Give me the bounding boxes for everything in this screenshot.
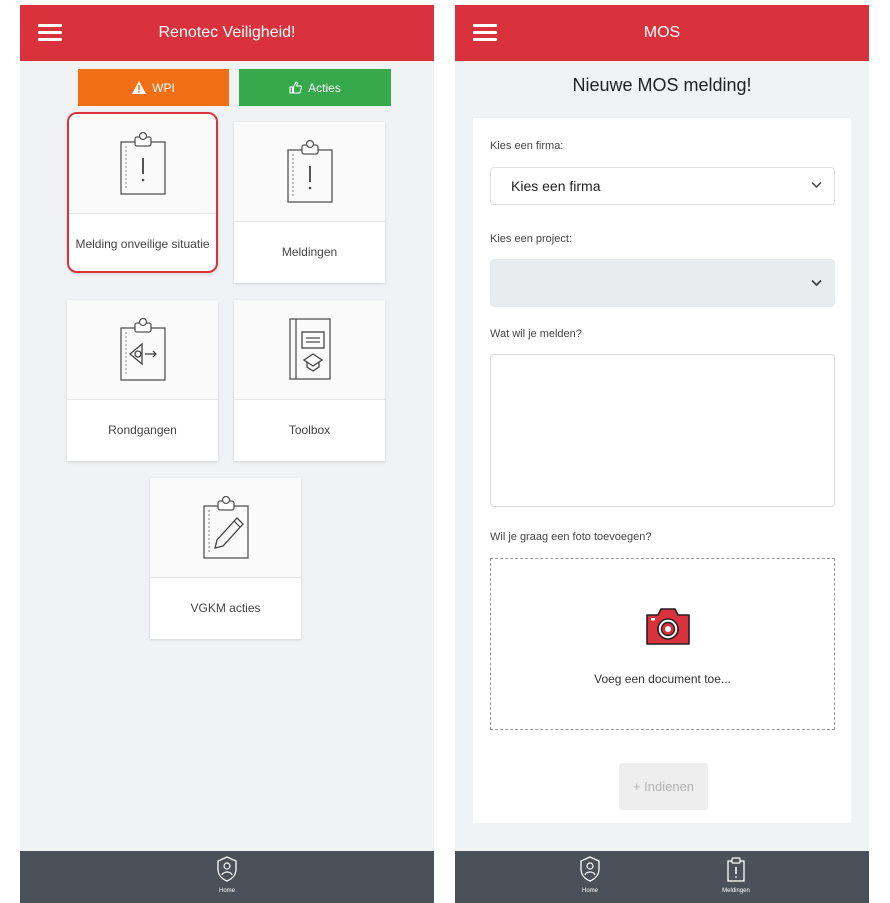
app-title: Renotec Veiligheid! (158, 24, 296, 41)
nav-meldingen[interactable]: Meldingen (706, 856, 766, 894)
tile-meldingen[interactable]: Meldingen (234, 122, 385, 283)
message-label: Wat wil je melden? (490, 328, 582, 340)
app-title: MOS (643, 24, 681, 41)
tile-vgkm-acties[interactable]: VGKM acties (150, 478, 301, 639)
form-title: Nieuwe MOS melding! (572, 75, 752, 95)
app-header: Renotec Veiligheid! (20, 5, 434, 61)
tile-label: Toolbox (288, 422, 331, 437)
tile-melding-onveilige-situatie[interactable]: Melding onveilige situatie (67, 112, 218, 273)
shield-user-icon (217, 856, 237, 882)
bottom-nav: Home (20, 851, 434, 903)
project-label: Kies een project: (490, 233, 572, 245)
nav-home-label: Home (581, 888, 598, 894)
clipboard-alert-icon (119, 131, 166, 195)
message-textarea[interactable] (490, 354, 835, 507)
thumbs-up-icon (289, 81, 303, 94)
tile-rondgangen[interactable]: Rondgangen (67, 300, 218, 461)
project-select[interactable] (490, 259, 835, 307)
warning-icon (132, 81, 147, 94)
submit-button[interactable]: + Indienen (619, 763, 708, 810)
firma-select[interactable]: Kies een firma (490, 167, 835, 205)
acties-button[interactable]: Acties (239, 69, 391, 106)
acties-label: Acties (308, 80, 341, 95)
clipboard-alert-icon (286, 139, 333, 203)
nav-home-label: Home (218, 888, 235, 894)
tile-label: Melding onveilige situatie (75, 236, 210, 251)
bottom-nav: Home Meldingen (455, 851, 869, 903)
firma-label: Kies een firma: (490, 140, 564, 152)
clipboard-pencil-icon (202, 495, 249, 559)
home-screen: Renotec Veiligheid! WPI Acties Melding o… (20, 5, 434, 903)
clipboard-eye-icon (119, 317, 166, 381)
nav-home[interactable]: Home (560, 856, 620, 894)
chevron-down-icon (811, 279, 822, 287)
upload-text: Voeg een document toe... (594, 672, 731, 686)
firma-select-value: Kies een firma (511, 178, 601, 194)
tile-label: Rondgangen (108, 422, 177, 437)
wpi-button[interactable]: WPI (78, 69, 229, 106)
shield-user-icon (580, 856, 600, 882)
wpi-label: WPI (152, 80, 175, 95)
photo-upload-area[interactable]: Voeg een document toe... (490, 558, 835, 730)
nav-meldingen-label: Meldingen (722, 888, 750, 894)
tile-label: VGKM acties (190, 600, 261, 615)
toolbox-book-icon (288, 317, 331, 380)
camera-icon (646, 608, 690, 645)
tile-label: Meldingen (281, 244, 338, 259)
photo-label: Wil je graag een foto toevoegen? (490, 531, 652, 543)
mos-screen: MOS Nieuwe MOS melding! Kies een firma: … (455, 5, 869, 903)
chevron-down-icon (811, 181, 822, 189)
tile-toolbox[interactable]: Toolbox (234, 300, 385, 461)
app-header: MOS (455, 5, 869, 61)
clipboard-alert-icon (727, 857, 745, 882)
nav-home[interactable]: Home (197, 856, 257, 894)
mos-form: Kies een firma: Kies een firma Kies een … (473, 118, 851, 823)
